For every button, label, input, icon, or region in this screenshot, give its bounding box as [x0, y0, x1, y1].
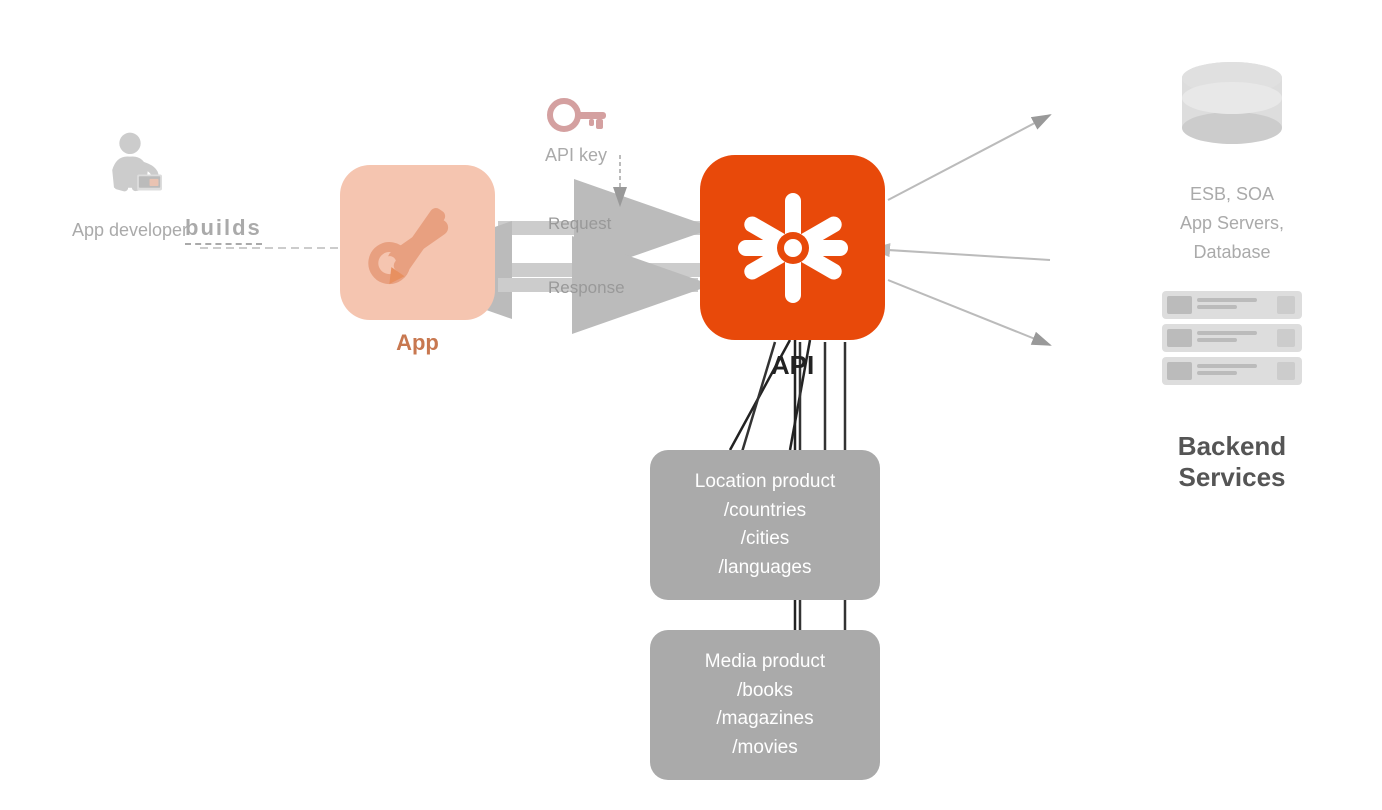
api-key-section: API key — [545, 95, 607, 166]
api-icon — [700, 155, 885, 340]
esb-label: ESB, SOA App Servers, Database — [1180, 180, 1284, 266]
database-icon — [1167, 60, 1297, 160]
media-product-text: Media product /books /magazines /movies — [670, 648, 860, 762]
app-section: App — [340, 165, 495, 356]
tools-icon — [358, 183, 478, 303]
server-stack-icon — [1152, 286, 1312, 396]
location-product-box: Location product /countries /cities /lan… — [650, 450, 880, 600]
developer-icon — [90, 130, 170, 210]
api-key-label: API key — [545, 145, 607, 166]
backend-services-label: Backend Services — [1132, 431, 1332, 493]
api-label: API — [771, 350, 814, 381]
developer-label: App developer — [72, 220, 188, 241]
media-product-box: Media product /books /magazines /movies — [650, 630, 880, 780]
location-product-text: Location product /countries /cities /lan… — [670, 468, 860, 582]
app-icon — [340, 165, 495, 320]
request-label: Request — [548, 214, 611, 234]
app-label: App — [396, 330, 439, 356]
response-label: Response — [548, 278, 625, 298]
builds-label: builds — [185, 215, 262, 245]
api-section: API — [700, 155, 885, 381]
key-icon — [546, 95, 606, 140]
api-logo-icon — [723, 178, 863, 318]
backend-services-section: ESB, SOA App Servers, Database Backend S… — [1132, 60, 1332, 493]
diagram-container: App developer builds App — [0, 0, 1382, 810]
